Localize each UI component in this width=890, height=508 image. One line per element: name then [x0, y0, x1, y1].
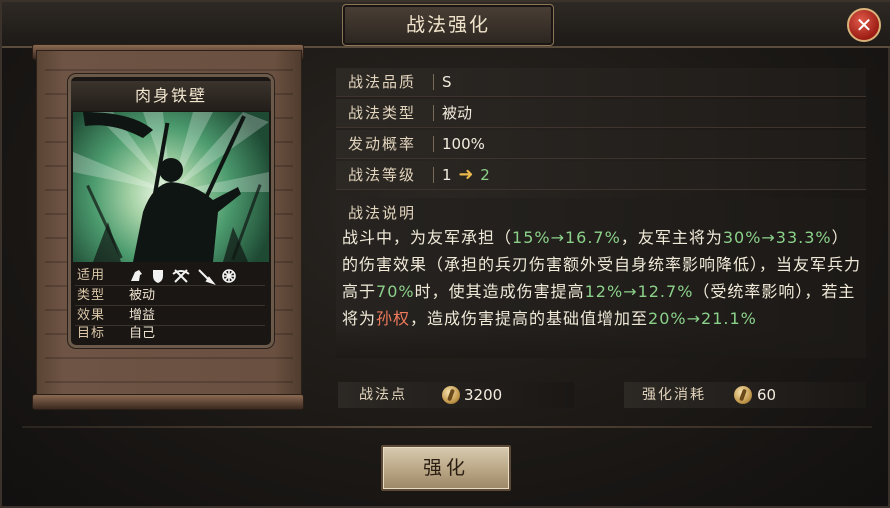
skill-points-value: 3200: [464, 386, 503, 404]
attr-row-type: 类型 被动: [77, 286, 265, 305]
description-highlight-name: 孙权: [376, 309, 411, 328]
enhance-cost-label: 强化消耗: [642, 387, 706, 403]
warrior-illustration: [73, 112, 269, 262]
description-highlight-value: 15%→16.7%: [512, 228, 621, 247]
rate-value: 100%: [442, 135, 485, 153]
row-divider: [433, 105, 434, 121]
skill-card[interactable]: 肉身铁壁 适用 类型 被动 效果 增益 目标 自己: [68, 74, 274, 348]
level-value: 1 ➜ 2: [442, 161, 490, 189]
description-panel: 战法说明 战斗中，为友军承担（15%→16.7%，友军主将为30%→33.3%）…: [336, 198, 866, 358]
description-highlight-value: 30%→33.3%: [722, 228, 832, 247]
description-segment: ，友军主将为: [620, 228, 723, 247]
description-highlight-value: 12%→12.7%: [584, 282, 694, 301]
attr-value: 自己: [129, 326, 156, 341]
wheel-icon: [222, 269, 236, 283]
level-label: 战法等级: [348, 166, 417, 184]
attr-row-effect: 效果 增益: [77, 306, 265, 325]
scroll-bottom-rod: [32, 394, 304, 410]
quality-row: 战法品质 S: [336, 68, 866, 97]
description-segment: ，造成伤害提高的基础值增加至: [410, 309, 649, 328]
attr-value: 增益: [129, 308, 156, 323]
attr-row-applicable: 适用: [77, 266, 265, 286]
rate-row: 发动概率 100%: [336, 130, 866, 159]
level-row: 战法等级 1 ➜ 2: [336, 161, 866, 190]
title-bar: 战法强化 ✕: [2, 2, 890, 48]
attr-value: 被动: [129, 288, 156, 303]
title-plate: 战法强化: [342, 4, 554, 46]
attr-row-target: 目标 自己: [77, 324, 265, 343]
window-title: 战法强化: [405, 14, 490, 36]
type-row: 战法类型 被动: [336, 99, 866, 128]
skill-point-coin-icon: [442, 386, 460, 404]
skill-points-stat: 战法点 3200: [338, 382, 574, 408]
enhance-button[interactable]: 强化: [381, 445, 511, 491]
description-title: 战法说明: [348, 204, 417, 222]
description-segment: 时，使其造成伤害提高: [414, 282, 585, 301]
row-divider: [433, 74, 434, 90]
attr-key: 适用: [77, 268, 106, 283]
spear-icon: [198, 269, 216, 286]
description-text: 战斗中，为友军承担（15%→16.7%，友军主将为30%→33.3%）的伤害效果…: [342, 224, 862, 332]
level-from: 1: [442, 166, 452, 184]
description-fade: [336, 328, 866, 358]
crossbow-icon: [172, 269, 190, 283]
enhance-cost-stat: 强化消耗 60: [624, 382, 866, 408]
quality-value: S: [442, 73, 452, 91]
description-highlight-value: 70%: [376, 282, 415, 301]
enhance-window: 战法强化 ✕ 肉身铁壁 适用 类型 被动 效果 增益 目标 自己 战法品质 S …: [0, 0, 890, 508]
skill-points-label: 战法点: [359, 387, 407, 403]
skill-card-name: 肉身铁壁: [71, 81, 271, 111]
attr-key: 目标: [77, 326, 106, 341]
type-value: 被动: [442, 104, 473, 122]
skill-point-coin-icon: [734, 386, 752, 404]
level-to: 2: [480, 166, 490, 184]
enhance-cost-value: 60: [757, 386, 777, 404]
footer-divider: [22, 426, 872, 428]
rate-label: 发动概率: [348, 135, 417, 153]
close-button[interactable]: ✕: [847, 8, 881, 42]
skill-card-art: [73, 112, 269, 262]
attr-key: 类型: [77, 288, 106, 303]
cavalry-icon: [131, 270, 142, 281]
row-divider: [433, 136, 434, 152]
description-highlight-value: 20%→21.1%: [648, 309, 757, 328]
description-segment: 战斗中，为友军承担（: [342, 228, 513, 247]
type-label: 战法类型: [348, 104, 417, 122]
attr-key: 效果: [77, 308, 106, 323]
quality-label: 战法品质: [348, 73, 417, 91]
level-arrow-icon: ➜: [458, 164, 474, 185]
row-divider: [433, 167, 434, 183]
shield-icon: [153, 270, 163, 283]
